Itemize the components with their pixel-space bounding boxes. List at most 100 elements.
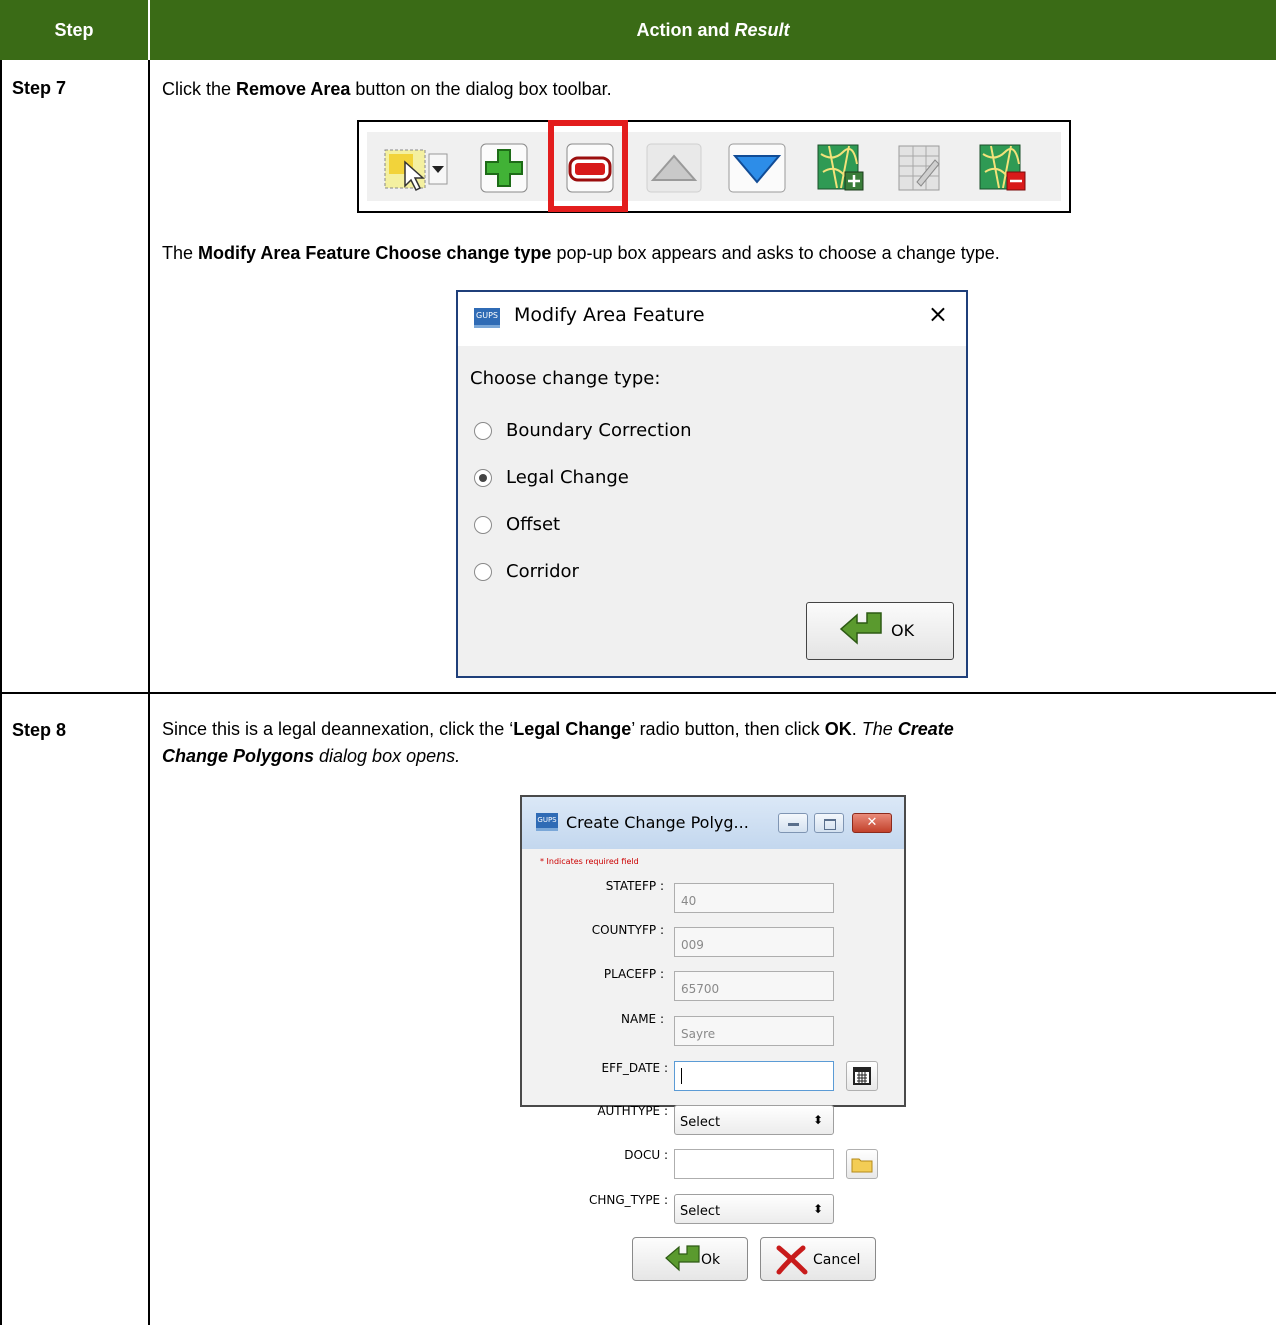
table-header: Step Action and Result bbox=[0, 0, 1276, 60]
browse-folder-button[interactable] bbox=[846, 1149, 878, 1179]
select-features-button[interactable] bbox=[379, 142, 449, 194]
radio-offset[interactable] bbox=[474, 516, 492, 534]
dialog-title: Create Change Polyg... bbox=[566, 813, 749, 832]
dialog-title-bar: GUPS Create Change Polyg... ✕ bbox=[522, 797, 904, 849]
row-divider bbox=[0, 692, 1276, 694]
step-8-text-d: The bbox=[861, 719, 898, 739]
authtype-label: AUTHTYPE :* bbox=[597, 1104, 680, 1118]
radio-legal-change[interactable] bbox=[474, 469, 492, 487]
step-8-text-create: Create bbox=[897, 719, 954, 739]
remove-area-highlight bbox=[548, 120, 628, 212]
remove-map-button[interactable] bbox=[977, 142, 1027, 194]
move-down-icon bbox=[728, 143, 786, 193]
step-8-text-ok: OK bbox=[824, 719, 852, 739]
step-8-label: Step 8 bbox=[12, 720, 67, 740]
edit-table-button[interactable] bbox=[895, 142, 945, 194]
minimize-icon bbox=[788, 823, 799, 826]
move-up-icon bbox=[646, 143, 702, 193]
docu-label-text: DOCU : bbox=[624, 1148, 668, 1162]
gups-logo-icon: GUPS bbox=[536, 813, 558, 831]
cancel-label: Cancel bbox=[813, 1252, 861, 1268]
placefp-field: 65700 bbox=[674, 971, 834, 1001]
create-change-polygons-dialog: GUPS Create Change Polyg... ✕ * Indicate… bbox=[520, 795, 906, 1281]
select-arrows-icon: ⬍ bbox=[812, 1202, 823, 1216]
chng-type-value: Select bbox=[680, 1204, 721, 1219]
add-area-button[interactable] bbox=[479, 142, 529, 194]
minimize-button[interactable] bbox=[778, 813, 808, 833]
ok-label: Ok bbox=[701, 1252, 721, 1268]
cancel-button[interactable]: Cancel bbox=[760, 1237, 876, 1281]
ok-button[interactable]: Ok bbox=[632, 1237, 748, 1281]
header-action: Action and Result bbox=[150, 0, 1276, 60]
step-8-text-b: ’ radio button, then click bbox=[631, 719, 825, 739]
radio-boundary-correction[interactable] bbox=[474, 422, 492, 440]
countyfp-field: 009 bbox=[674, 927, 834, 957]
dialog-toolbar bbox=[357, 120, 1071, 213]
header-result-text: Result bbox=[734, 19, 790, 40]
modify-area-feature-dialog: GUPS Modify Area Feature × Choose change… bbox=[456, 290, 968, 678]
eff-date-label-text: EFF_DATE : bbox=[601, 1061, 668, 1075]
close-icon: ✕ bbox=[866, 815, 878, 830]
authtype-select[interactable]: Select ⬍ bbox=[674, 1105, 834, 1135]
docu-field[interactable] bbox=[674, 1149, 834, 1179]
radio-corridor[interactable] bbox=[474, 563, 492, 581]
dialog-title-bar: GUPS Modify Area Feature × bbox=[458, 292, 966, 346]
move-down-button[interactable] bbox=[727, 142, 787, 194]
header-action-text: Action and bbox=[636, 19, 730, 40]
ok-label: OK bbox=[891, 621, 915, 640]
close-button[interactable]: ✕ bbox=[852, 813, 892, 833]
radio-label-legal-change[interactable]: Legal Change bbox=[506, 467, 629, 488]
step-8-text-polygons: Change Polygons bbox=[162, 746, 315, 766]
green-arrow-icon bbox=[665, 1245, 700, 1272]
authtype-value: Select bbox=[680, 1115, 721, 1130]
step-8-text-a: Since this is a legal deannexation, clic… bbox=[162, 719, 514, 739]
statefp-field: 40 bbox=[674, 883, 834, 913]
text-cursor bbox=[681, 1068, 682, 1084]
step-7-result-a: The bbox=[162, 243, 199, 263]
radio-label-offset[interactable]: Offset bbox=[506, 514, 560, 535]
step-7-text-bold: Remove Area bbox=[236, 79, 351, 99]
maximize-icon bbox=[824, 819, 836, 830]
eff-date-label: EFF_DATE :* bbox=[602, 1061, 680, 1075]
chng-type-label-text: CHNG_TYPE : bbox=[588, 1193, 668, 1207]
folder-icon bbox=[851, 1158, 873, 1173]
step-8-text-c: . bbox=[851, 719, 862, 739]
name-field: Sayre bbox=[674, 1016, 834, 1046]
chng-type-label: CHNG_TYPE :* bbox=[589, 1193, 680, 1207]
gups-logo-icon: GUPS bbox=[474, 308, 500, 328]
name-label: NAME : bbox=[621, 1012, 664, 1026]
statefp-label: STATEFP : bbox=[605, 879, 664, 893]
select-arrows-icon: ⬍ bbox=[812, 1113, 823, 1127]
ok-button[interactable]: OK bbox=[806, 602, 954, 660]
edit-table-icon bbox=[898, 145, 940, 191]
step-7-label: Step 7 bbox=[12, 78, 67, 98]
chng-type-select[interactable]: Select ⬍ bbox=[674, 1194, 834, 1224]
select-features-icon bbox=[384, 149, 448, 192]
radio-label-boundary-correction[interactable]: Boundary Correction bbox=[506, 420, 692, 441]
maximize-button[interactable] bbox=[814, 813, 844, 833]
step-7-text-b: button on the dialog box toolbar. bbox=[350, 79, 612, 99]
add-map-icon bbox=[817, 144, 864, 191]
step-8-instruction: Since this is a legal deannexation, clic… bbox=[162, 716, 1262, 770]
move-up-button[interactable] bbox=[645, 142, 703, 194]
step-8-text-e: dialog box opens. bbox=[314, 746, 461, 766]
placefp-label: PLACEFP : bbox=[603, 967, 664, 981]
close-icon[interactable]: × bbox=[928, 300, 948, 328]
countyfp-label: COUNTYFP : bbox=[591, 923, 664, 937]
add-area-icon bbox=[480, 143, 528, 193]
dialog-title: Modify Area Feature bbox=[514, 304, 705, 326]
radio-label-corridor[interactable]: Corridor bbox=[506, 561, 579, 582]
eff-date-field[interactable] bbox=[674, 1061, 834, 1091]
toolbar-background bbox=[367, 132, 1061, 201]
change-type-prompt: Choose change type: bbox=[470, 368, 661, 389]
step-8-text-legal: Legal Change bbox=[513, 719, 632, 739]
add-map-button[interactable] bbox=[815, 142, 865, 194]
calendar-icon bbox=[853, 1067, 871, 1085]
step-7-instruction: Click the Remove Area button on the dial… bbox=[162, 76, 612, 103]
remove-map-icon bbox=[979, 144, 1026, 191]
calendar-button[interactable] bbox=[846, 1061, 878, 1091]
authtype-label-text: AUTHTYPE : bbox=[597, 1104, 668, 1118]
header-step: Step bbox=[54, 19, 94, 40]
step-7-text-a: Click the bbox=[162, 79, 237, 99]
step-7-result-bold: Modify Area Feature Choose change type bbox=[198, 243, 552, 263]
